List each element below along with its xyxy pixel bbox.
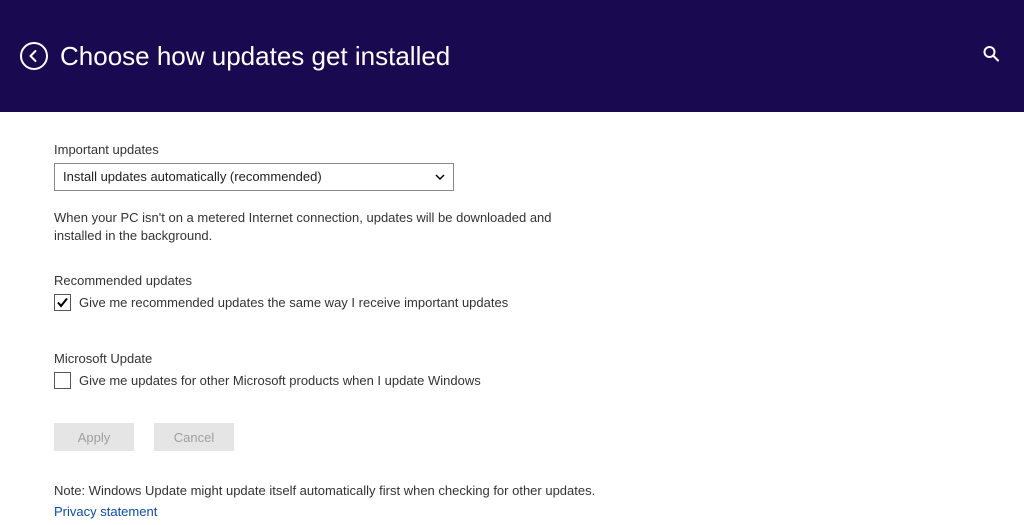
search-button[interactable] xyxy=(982,45,1000,68)
header-bar: Choose how updates get installed xyxy=(0,0,1024,112)
cancel-button[interactable]: Cancel xyxy=(154,423,234,451)
back-button[interactable] xyxy=(20,42,48,70)
microsoft-update-checkbox[interactable] xyxy=(54,372,71,389)
back-arrow-icon xyxy=(27,49,41,63)
microsoft-update-label: Microsoft Update xyxy=(54,351,900,366)
privacy-statement-link[interactable]: Privacy statement xyxy=(54,504,157,519)
important-updates-select[interactable]: Install updates automatically (recommend… xyxy=(54,163,454,191)
apply-button[interactable]: Apply xyxy=(54,423,134,451)
important-updates-description: When your PC isn't on a metered Internet… xyxy=(54,209,594,245)
content-area: Important updates Install updates automa… xyxy=(0,112,900,519)
recommended-checkbox-label[interactable]: Give me recommended updates the same way… xyxy=(79,295,508,310)
footer-note: Note: Windows Update might update itself… xyxy=(54,483,900,498)
recommended-updates-label: Recommended updates xyxy=(54,273,900,288)
important-updates-selected-value: Install updates automatically (recommend… xyxy=(54,163,454,191)
checkmark-icon xyxy=(56,296,69,309)
page-title: Choose how updates get installed xyxy=(60,41,450,72)
recommended-checkbox[interactable] xyxy=(54,294,71,311)
search-icon xyxy=(982,45,1000,63)
microsoft-update-checkbox-label[interactable]: Give me updates for other Microsoft prod… xyxy=(79,373,481,388)
important-updates-label: Important updates xyxy=(54,142,900,157)
